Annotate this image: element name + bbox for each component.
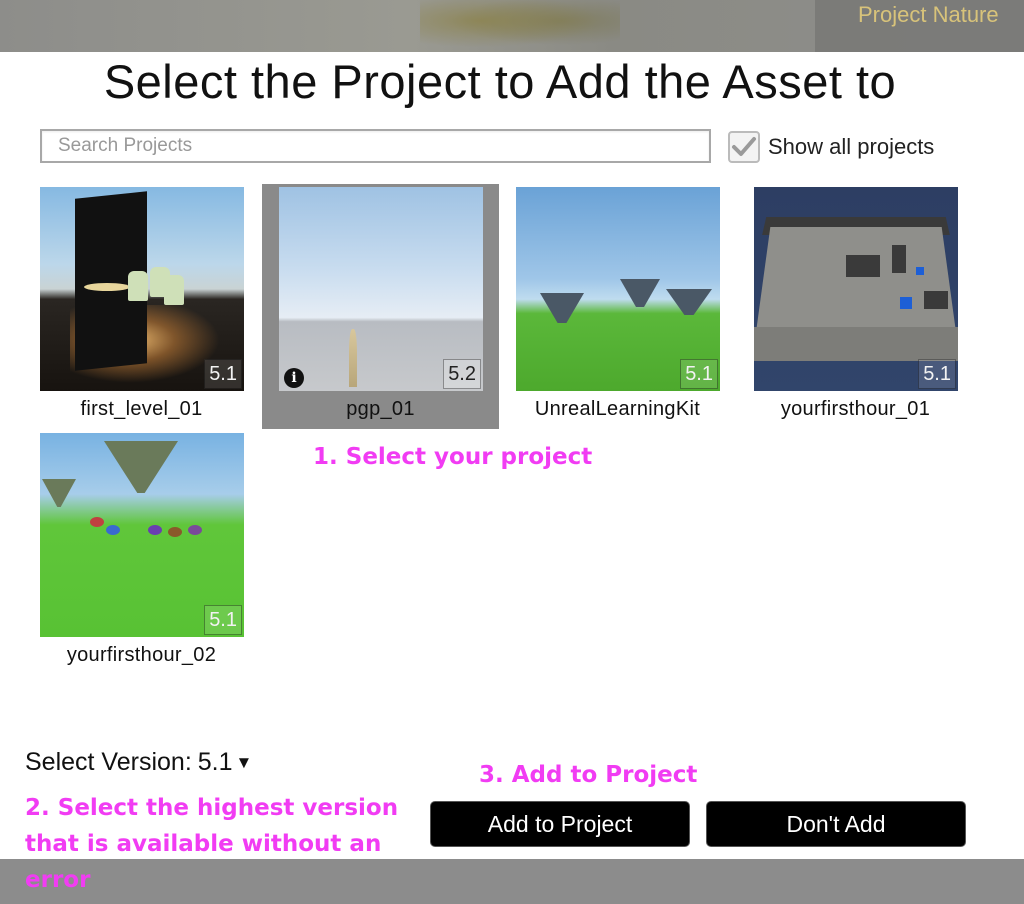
project-thumbnail: 5.1 (754, 187, 958, 391)
project-name: yourfirsthour_02 (66, 644, 217, 666)
top-bar: Project Nature (0, 0, 1024, 52)
version-badge: 5.2 (443, 359, 481, 389)
search-projects-field[interactable] (40, 129, 711, 163)
info-icon[interactable]: i (284, 368, 304, 388)
brand-title: Project Nature (815, 0, 1024, 52)
annotation-step-2: 2. Select the highest version that is av… (25, 795, 399, 893)
project-name: first_level_01 (80, 398, 203, 420)
dialog-title: Select the Project to Add the Asset to (103, 55, 897, 108)
version-badge: 5.1 (918, 359, 956, 389)
project-thumbnail: 5.1 (40, 433, 244, 637)
project-name: yourfirsthour_01 (780, 398, 931, 420)
checkmark-icon (732, 137, 756, 156)
show-all-projects-label: Show all projects (768, 134, 935, 159)
version-badge: 5.1 (204, 359, 242, 389)
dont-add-button[interactable]: Don't Add (706, 801, 966, 847)
project-name: UnrealLearningKit (534, 398, 701, 420)
version-select[interactable]: Select Version: 5.1 ▼ (25, 748, 252, 777)
annotation-step-1: 1. Select your project (313, 444, 593, 470)
project-thumbnail: 5.1 (40, 187, 244, 391)
project-tile-unreal-learning-kit[interactable]: 5.1 UnrealLearningKit (499, 184, 736, 429)
project-tile-pgp-01[interactable]: i 5.2 pgp_01 (262, 184, 499, 429)
background-tree-image (420, 0, 620, 52)
project-tile-first-level-01[interactable]: 5.1 first_level_01 (23, 184, 260, 429)
annotation-step-3: 3. Add to Project (479, 762, 698, 788)
project-tile-yourfirsthour-02[interactable]: 5.1 yourfirsthour_02 (23, 430, 260, 675)
version-badge: 5.1 (204, 605, 242, 635)
project-tile-yourfirsthour-01[interactable]: 5.1 yourfirsthour_01 (737, 184, 974, 429)
show-all-projects-checkbox[interactable]: Show all projects (728, 131, 934, 163)
checkbox-box[interactable] (728, 131, 760, 163)
project-thumbnail: 5.1 (516, 187, 720, 391)
caret-down-icon[interactable]: ▼ (236, 753, 253, 773)
add-to-project-button[interactable]: Add to Project (430, 801, 690, 847)
project-thumbnail: i 5.2 (279, 187, 483, 391)
version-badge: 5.1 (680, 359, 718, 389)
version-select-label: Select Version: (25, 748, 192, 776)
project-name: pgp_01 (346, 398, 415, 420)
version-select-value[interactable]: 5.1 (198, 748, 233, 777)
search-input[interactable] (42, 131, 709, 161)
